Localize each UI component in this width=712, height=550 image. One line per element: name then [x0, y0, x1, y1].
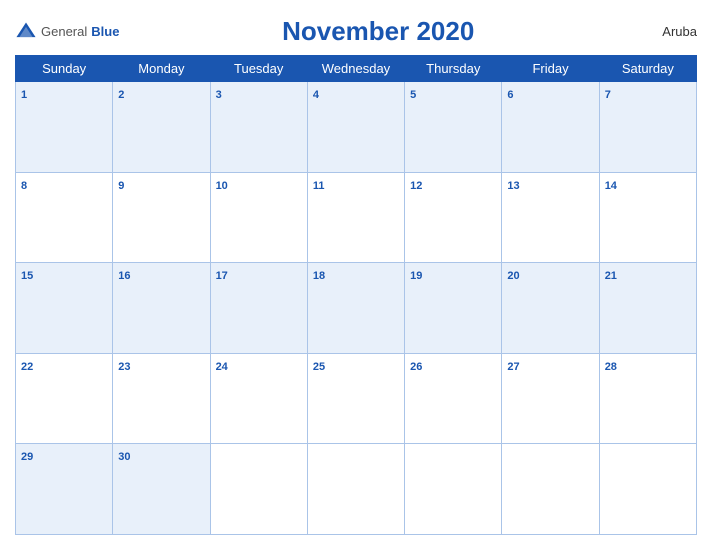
country-label: Aruba: [637, 24, 697, 39]
calendar-day-cell: 5: [405, 82, 502, 173]
day-number: 11: [313, 180, 325, 192]
day-number: 30: [118, 451, 130, 463]
logo-icon: [15, 21, 37, 43]
calendar-day-cell: 25: [307, 353, 404, 444]
calendar-day-cell: 19: [405, 263, 502, 354]
calendar-day-cell: 21: [599, 263, 696, 354]
calendar-day-cell: [307, 444, 404, 535]
calendar-day-cell: 30: [113, 444, 210, 535]
logo-text-general: General: [41, 24, 87, 39]
calendar-week-row: 1 2 3 4 5 6 7: [16, 82, 697, 173]
calendar-week-row: 22 23 24 25 26 27 28: [16, 353, 697, 444]
calendar-day-cell: 27: [502, 353, 599, 444]
day-number: 21: [605, 270, 617, 282]
calendar-title: November 2020: [119, 16, 637, 47]
header-monday: Monday: [113, 56, 210, 82]
calendar-day-cell: 1: [16, 82, 113, 173]
calendar-day-cell: 28: [599, 353, 696, 444]
calendar-day-cell: 15: [16, 263, 113, 354]
calendar-week-row: 29 30: [16, 444, 697, 535]
calendar-body: 1234567891011121314151617181920212223242…: [16, 82, 697, 535]
calendar-day-cell: 9: [113, 172, 210, 263]
day-number: 22: [21, 361, 33, 373]
day-number: 4: [313, 89, 319, 101]
day-number: 1: [21, 89, 27, 101]
calendar-day-cell: [405, 444, 502, 535]
calendar-day-cell: 29: [16, 444, 113, 535]
calendar-day-cell: 26: [405, 353, 502, 444]
day-number: 27: [507, 361, 519, 373]
calendar-day-cell: 23: [113, 353, 210, 444]
calendar-week-row: 8 9 10 11 12 13 14: [16, 172, 697, 263]
calendar-day-cell: 7: [599, 82, 696, 173]
day-number: 16: [118, 270, 130, 282]
header-wednesday: Wednesday: [307, 56, 404, 82]
day-number: 15: [21, 270, 33, 282]
calendar-header: General Blue November 2020 Aruba: [15, 10, 697, 55]
calendar-day-cell: 4: [307, 82, 404, 173]
weekday-header-row: Sunday Monday Tuesday Wednesday Thursday…: [16, 56, 697, 82]
calendar-day-cell: 10: [210, 172, 307, 263]
day-number: 29: [21, 451, 33, 463]
day-number: 28: [605, 361, 617, 373]
logo: General Blue: [15, 21, 119, 43]
day-number: 17: [216, 270, 228, 282]
calendar-day-cell: 11: [307, 172, 404, 263]
header-sunday: Sunday: [16, 56, 113, 82]
day-number: 19: [410, 270, 422, 282]
header-thursday: Thursday: [405, 56, 502, 82]
calendar-day-cell: 22: [16, 353, 113, 444]
day-number: 6: [507, 89, 513, 101]
logo-text-blue: Blue: [91, 24, 119, 39]
day-number: 9: [118, 180, 124, 192]
calendar-day-cell: 6: [502, 82, 599, 173]
day-number: 26: [410, 361, 422, 373]
day-number: 7: [605, 89, 611, 101]
calendar-day-cell: 16: [113, 263, 210, 354]
day-number: 18: [313, 270, 325, 282]
day-number: 3: [216, 89, 222, 101]
calendar-day-cell: [599, 444, 696, 535]
calendar-day-cell: 3: [210, 82, 307, 173]
day-number: 12: [410, 180, 422, 192]
calendar-day-cell: 20: [502, 263, 599, 354]
day-number: 2: [118, 89, 124, 101]
day-number: 14: [605, 180, 617, 192]
calendar-day-cell: 2: [113, 82, 210, 173]
calendar-day-cell: 8: [16, 172, 113, 263]
day-number: 10: [216, 180, 228, 192]
day-number: 20: [507, 270, 519, 282]
header-friday: Friday: [502, 56, 599, 82]
day-number: 13: [507, 180, 519, 192]
calendar-day-cell: 12: [405, 172, 502, 263]
day-number: 24: [216, 361, 228, 373]
calendar-day-cell: 13: [502, 172, 599, 263]
day-number: 5: [410, 89, 416, 101]
calendar-table: Sunday Monday Tuesday Wednesday Thursday…: [15, 55, 697, 535]
calendar-day-cell: 17: [210, 263, 307, 354]
calendar-day-cell: 14: [599, 172, 696, 263]
calendar-day-cell: 18: [307, 263, 404, 354]
calendar-day-cell: [210, 444, 307, 535]
day-number: 8: [21, 180, 27, 192]
calendar-week-row: 15 16 17 18 19 20 21: [16, 263, 697, 354]
day-number: 25: [313, 361, 325, 373]
day-number: 23: [118, 361, 130, 373]
header-saturday: Saturday: [599, 56, 696, 82]
header-tuesday: Tuesday: [210, 56, 307, 82]
calendar-day-cell: 24: [210, 353, 307, 444]
calendar-day-cell: [502, 444, 599, 535]
